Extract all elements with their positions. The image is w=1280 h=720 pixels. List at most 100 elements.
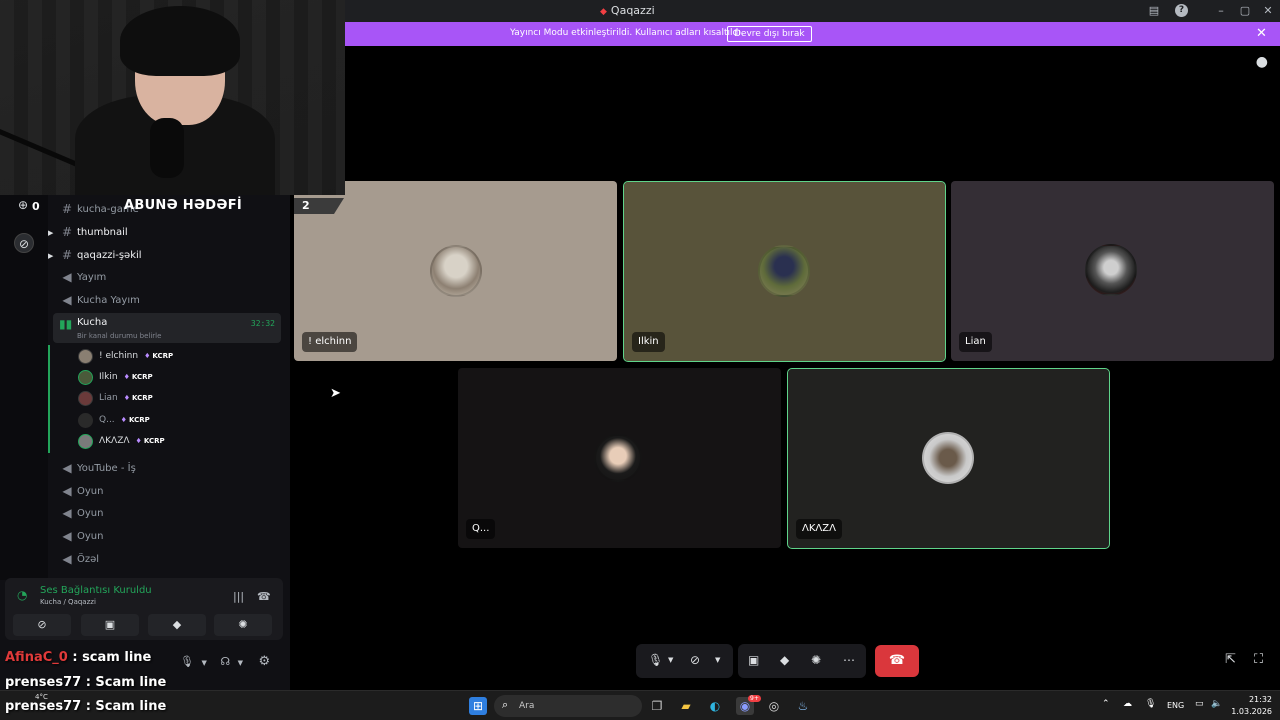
minimize-button[interactable]: – [1213,3,1229,19]
steam-icon[interactable]: ♨ [794,697,812,715]
activities-button[interactable]: ◆ [148,614,206,636]
popout-icon[interactable]: ⇱ [1225,652,1236,667]
edge-icon[interactable]: ◐ [706,697,724,715]
sub-counter: 0 [32,200,40,213]
disable-streamer-mode-button[interactable]: Devre dışı bırak [727,26,812,42]
microphone-icon[interactable]: 🎙 [648,653,663,667]
close-banner-icon[interactable]: ✕ [1256,26,1267,41]
help-icon[interactable]: ? [1175,4,1188,17]
voice-member[interactable]: Lian ♦ KCRP [78,389,153,407]
chevron-down-icon[interactable]: ▼ [668,656,673,664]
camera-off-icon[interactable]: ⊘ [690,653,700,667]
server-tag: ♦ KCRP [120,416,150,424]
soundboard-icon[interactable]: ✺ [811,653,821,667]
server-rail: ⊘ [0,195,48,580]
participant-tile[interactable]: ΛKΛZΛ [787,368,1110,549]
network-icon[interactable]: ▭ [1195,699,1204,709]
avatar [78,348,93,364]
chevron-down-icon[interactable]: ▼ [201,659,206,667]
voice-connection-panel: ◔ Ses Bağlantısı Kuruldu Kucha / Qaqazzi… [5,578,283,640]
server-tag: ♦ KCRP [144,352,174,360]
avatar [78,433,93,449]
voice-connected-line [48,345,50,453]
channel-yayim[interactable]: ◀ Yayım [60,267,106,287]
channel-kucha-yayim[interactable]: ◀ Kucha Yayım [60,290,139,310]
screen-share-icon[interactable]: ▣ [748,653,759,667]
avatar [78,369,93,385]
disconnect-icon[interactable]: ☎ [257,590,271,603]
channel-oyun[interactable]: ◀ Oyun [60,503,103,523]
participant-avatar [758,245,810,297]
gem-icon: ♦ [144,352,151,360]
participant-name: Ilkin [632,332,665,352]
close-window-button[interactable]: ✕ [1260,3,1276,19]
file-explorer-icon[interactable]: ▰ [677,697,695,715]
chevron-down-icon[interactable]: ▼ [715,656,720,664]
gem-icon: ♦ [120,416,127,424]
taskbar-search[interactable]: ⌕ Ara [494,695,642,717]
channel-status[interactable]: Bir kanal durumu belirle [77,332,161,340]
server-tag: ♦ KCRP [123,373,153,381]
signal-icon[interactable]: ◔ [17,588,27,602]
channel-thumbnail[interactable]: # thumbnail [60,222,128,242]
inbox-icon[interactable]: ▤ [1146,3,1162,19]
disconnect-button[interactable]: ☎ [875,645,919,677]
microphone-icon[interactable]: 🎙 [180,655,194,668]
activities-icon[interactable]: ◆ [780,653,789,667]
settings-gear-icon[interactable]: ⚙ [259,654,271,669]
participant-name: ! elchinn [302,332,358,352]
fullscreen-icon[interactable]: ⛶ [1254,652,1263,667]
headphones-icon[interactable]: ☊ [220,655,230,668]
mouse-cursor-icon: ➤ [330,386,341,401]
voice-member[interactable]: ! elchinn ♦ KCRP [78,347,173,365]
microphone [150,118,184,178]
show-hidden-icons[interactable]: ⌃ [1102,699,1110,709]
sub-goal-label: ABUNƏ HƏDƏFİ [124,198,243,213]
volume-icon[interactable]: 🔈 [1211,699,1222,709]
text-channel-icon: # [61,202,73,216]
voice-status[interactable]: Ses Bağlantısı Kuruldu [40,585,152,596]
start-button[interactable]: ⊞ [469,697,487,715]
webcam-overlay [0,0,345,195]
screen-share-button[interactable]: ▣ [81,614,139,636]
participant-tile[interactable]: ! elchinn [294,181,617,361]
active-voice-channel[interactable]: ▮▮ Kucha Bir kanal durumu belirle 32:32 [53,313,281,343]
speaker-icon: ◀ [62,506,72,520]
gem-icon: ♦ [123,394,131,402]
channel-oyun[interactable]: ◀ Oyun [60,481,103,501]
chat-bubble-icon[interactable]: ● [1256,54,1268,70]
window-title: ◆ Qaqazzi [600,4,655,17]
participant-tile[interactable]: Lian [951,181,1274,361]
voice-location[interactable]: Kucha / Qaqazzi [40,598,96,606]
microphone-tray-icon[interactable]: 🎙 [1145,699,1156,709]
task-view-icon[interactable]: ❐ [648,697,666,715]
more-options-icon[interactable]: ⋯ [843,653,855,667]
voice-member[interactable]: ΛKΛZΛ ♦ KCRP [78,432,165,450]
streamer-mode-banner: Yayıncı Modu etkinleştirildi. Kullanıcı … [345,22,1280,46]
participant-tile[interactable]: Ilkin [623,181,946,362]
channel-oyun[interactable]: ◀ Oyun [60,526,103,546]
avatar [78,412,93,428]
voice-stage: ● [290,46,1280,690]
maximize-button[interactable]: ▢ [1237,3,1253,19]
app-logo-icon: ◆ [600,7,607,17]
noise-suppression-icon[interactable]: ||| [233,590,244,603]
discover-icon[interactable]: ⊘ [14,233,34,253]
chevron-right-icon: ▶ [48,229,54,237]
chevron-right-icon: ▶ [48,252,54,260]
voice-member[interactable]: Q... ♦ KCRP [78,411,150,429]
participant-avatar [594,434,642,482]
system-clock[interactable]: 21:32 1.03.2026 [1230,694,1272,718]
soundboard-button[interactable]: ✺ [214,614,272,636]
camera-off-button[interactable]: ⊘ [13,614,71,636]
channel-youtube-is[interactable]: ◀ YouTube - İş [60,458,135,478]
active-voice-name: Kucha [77,317,108,328]
channel-ozel[interactable]: ◀ Özəl [60,549,99,569]
language-indicator[interactable]: ENG [1167,701,1184,710]
cloud-icon[interactable]: ☁ [1123,699,1132,709]
participant-tile[interactable]: Q... [458,368,781,548]
obs-icon[interactable]: ◎ [765,697,783,715]
channel-qaqazzi-sekil[interactable]: # qaqazzi-şəkil [60,245,142,265]
voice-member[interactable]: Ilkin ♦ KCRP [78,368,153,386]
chevron-down-icon[interactable]: ▼ [238,659,243,667]
